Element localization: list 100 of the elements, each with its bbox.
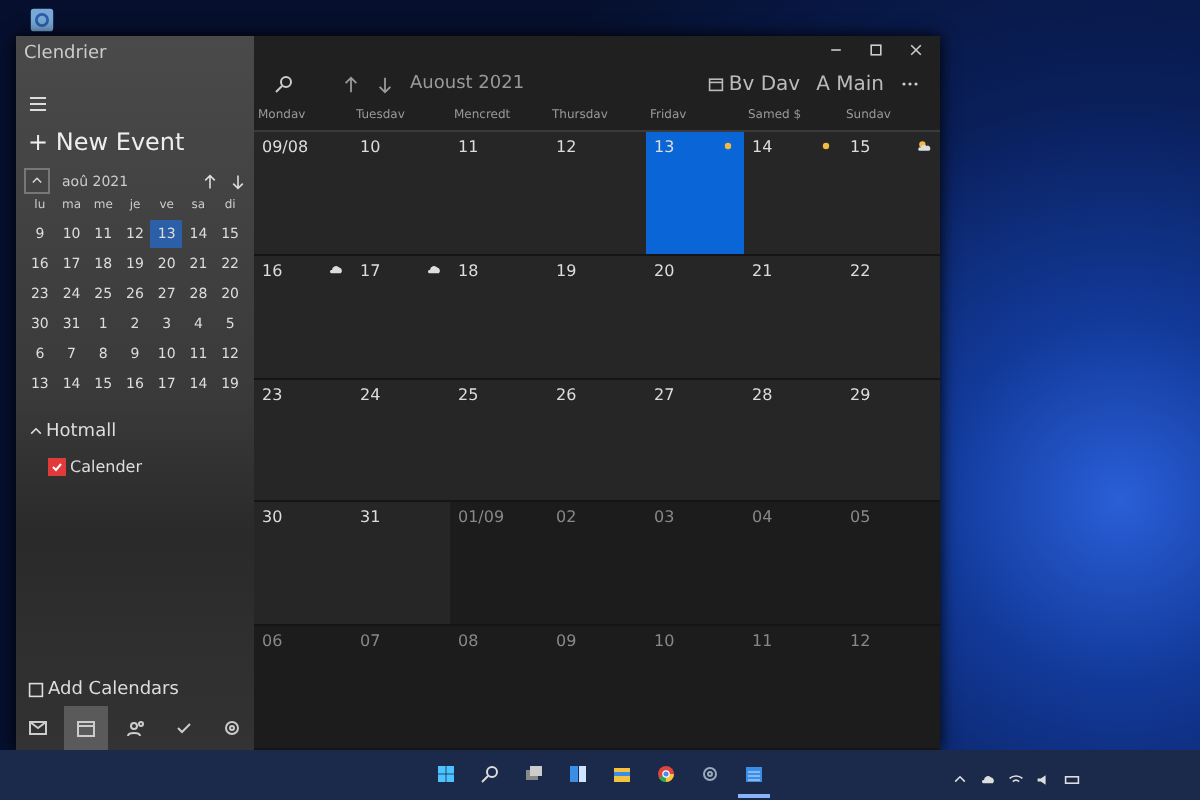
day-cell[interactable]: 12 bbox=[548, 132, 646, 256]
day-number: 15 bbox=[850, 138, 871, 156]
day-cell[interactable]: 17 bbox=[352, 255, 450, 380]
partly-cloudy-icon bbox=[916, 138, 932, 154]
day-cell[interactable]: 28 bbox=[744, 379, 842, 503]
day-number: 18 bbox=[458, 261, 479, 280]
day-cell[interactable]: 21 bbox=[744, 255, 842, 380]
day-number: 21 bbox=[752, 261, 773, 280]
day-number: 03 bbox=[654, 508, 675, 527]
cloud-icon bbox=[328, 261, 344, 278]
day-number: 30 bbox=[262, 508, 283, 527]
maximize-icon[interactable] bbox=[868, 42, 884, 58]
day-cell[interactable]: 30 bbox=[254, 502, 352, 627]
month-title: Auoust 2021 bbox=[410, 74, 525, 94]
new-event-button[interactable]: + New Event bbox=[16, 120, 254, 164]
settings-icon bbox=[700, 763, 720, 783]
day-cell[interactable]: 04 bbox=[744, 502, 842, 627]
down-arrow-icon[interactable] bbox=[376, 75, 394, 93]
day-cell[interactable]: 16 bbox=[254, 255, 352, 380]
day-cell[interactable]: 01/09 bbox=[450, 502, 548, 627]
day-number: 08 bbox=[458, 632, 479, 651]
day-cell[interactable]: 23 bbox=[254, 379, 352, 503]
browser-icon bbox=[656, 763, 676, 783]
day-number: 17 bbox=[360, 261, 381, 280]
search-icon[interactable] bbox=[274, 74, 294, 94]
day-number: 19 bbox=[556, 261, 577, 280]
day-cell[interactable]: 27 bbox=[646, 379, 744, 503]
chevron-up-icon bbox=[28, 424, 44, 440]
windows-icon bbox=[436, 763, 456, 783]
day-cell[interactable]: 22 bbox=[842, 255, 940, 380]
day-cell[interactable]: 15 bbox=[842, 132, 940, 256]
chevron-up-icon[interactable] bbox=[952, 772, 968, 788]
day-number: 13 bbox=[654, 138, 675, 156]
day-number: 23 bbox=[262, 385, 283, 404]
day-cell[interactable]: 13 bbox=[646, 132, 744, 256]
day-number: 07 bbox=[360, 632, 381, 651]
day-cell[interactable]: 31 bbox=[352, 502, 450, 627]
day-number: 27 bbox=[654, 385, 675, 404]
day-cell[interactable]: 24 bbox=[352, 379, 450, 503]
day-cell[interactable]: 06 bbox=[254, 626, 352, 750]
account-label[interactable]: Hotmall bbox=[46, 422, 117, 442]
day-number: 06 bbox=[262, 632, 283, 651]
day-number: 04 bbox=[752, 508, 773, 527]
day-cell[interactable]: 10 bbox=[352, 132, 450, 256]
day-number: 10 bbox=[360, 138, 381, 156]
collapse-button[interactable] bbox=[24, 168, 50, 194]
day-cell[interactable]: 02 bbox=[548, 502, 646, 627]
day-cell[interactable]: 14 bbox=[744, 132, 842, 256]
calendar-icon bbox=[744, 763, 764, 783]
day-cell[interactable]: 12 bbox=[842, 626, 940, 750]
speaker-icon[interactable] bbox=[1036, 772, 1052, 788]
cloud-icon[interactable] bbox=[980, 772, 996, 788]
up-arrow-icon[interactable] bbox=[342, 75, 360, 93]
day-number: 05 bbox=[850, 508, 871, 527]
day-cell[interactable]: 05 bbox=[842, 502, 940, 627]
window-title: Clendrier bbox=[22, 42, 109, 68]
wifi-icon[interactable] bbox=[1008, 772, 1024, 788]
chevron-up-icon bbox=[30, 174, 44, 188]
day-cell[interactable]: 07 bbox=[352, 626, 450, 750]
day-number: 22 bbox=[850, 261, 871, 280]
check-icon bbox=[173, 718, 194, 738]
day-cell[interactable]: 09 bbox=[548, 626, 646, 750]
day-number: 01/09 bbox=[458, 508, 505, 527]
search-icon bbox=[480, 763, 500, 783]
day-cell[interactable]: 11 bbox=[744, 626, 842, 750]
day-number: 11 bbox=[752, 632, 773, 651]
day-number: 12 bbox=[850, 632, 871, 651]
day-cell[interactable]: 03 bbox=[646, 502, 744, 627]
nav-button[interactable] bbox=[64, 706, 109, 750]
day-cell[interactable]: 25 bbox=[450, 379, 548, 503]
settings-icon bbox=[222, 718, 242, 738]
battery-icon[interactable] bbox=[1064, 772, 1080, 788]
day-cell[interactable]: 10 bbox=[646, 626, 744, 750]
day-number: 10 bbox=[654, 632, 675, 651]
day-cell[interactable]: 20 bbox=[646, 255, 744, 380]
day-number: 14 bbox=[752, 138, 773, 156]
day-cell[interactable]: 08 bbox=[450, 626, 548, 750]
add-calendars-button[interactable]: Add Calendars bbox=[16, 674, 254, 706]
day-number: 09/08 bbox=[262, 138, 309, 156]
day-number: 24 bbox=[360, 385, 381, 404]
day-number: 26 bbox=[556, 385, 577, 404]
close-icon[interactable] bbox=[908, 42, 924, 58]
day-number: 28 bbox=[752, 385, 773, 404]
day-cell[interactable]: 09/08 bbox=[254, 132, 352, 256]
day-number: 09 bbox=[556, 632, 577, 651]
menu-icon[interactable] bbox=[28, 94, 48, 114]
day-cell[interactable]: 29 bbox=[842, 379, 940, 503]
day-number: 25 bbox=[458, 385, 479, 404]
calendar-name: Calender bbox=[70, 458, 142, 476]
day-number: 11 bbox=[458, 138, 479, 156]
day-cell[interactable]: 19 bbox=[548, 255, 646, 380]
folder-icon bbox=[612, 763, 632, 783]
day-cell[interactable]: 11 bbox=[450, 132, 548, 256]
sun-icon bbox=[818, 138, 834, 154]
view-button[interactable]: A Main bbox=[816, 73, 884, 95]
day-cell[interactable]: 18 bbox=[450, 255, 548, 380]
day-cell[interactable]: 26 bbox=[548, 379, 646, 503]
day-number: 16 bbox=[262, 261, 283, 280]
calendar-checkbox[interactable] bbox=[48, 458, 66, 476]
view-button[interactable]: Bv Dav bbox=[708, 73, 801, 95]
